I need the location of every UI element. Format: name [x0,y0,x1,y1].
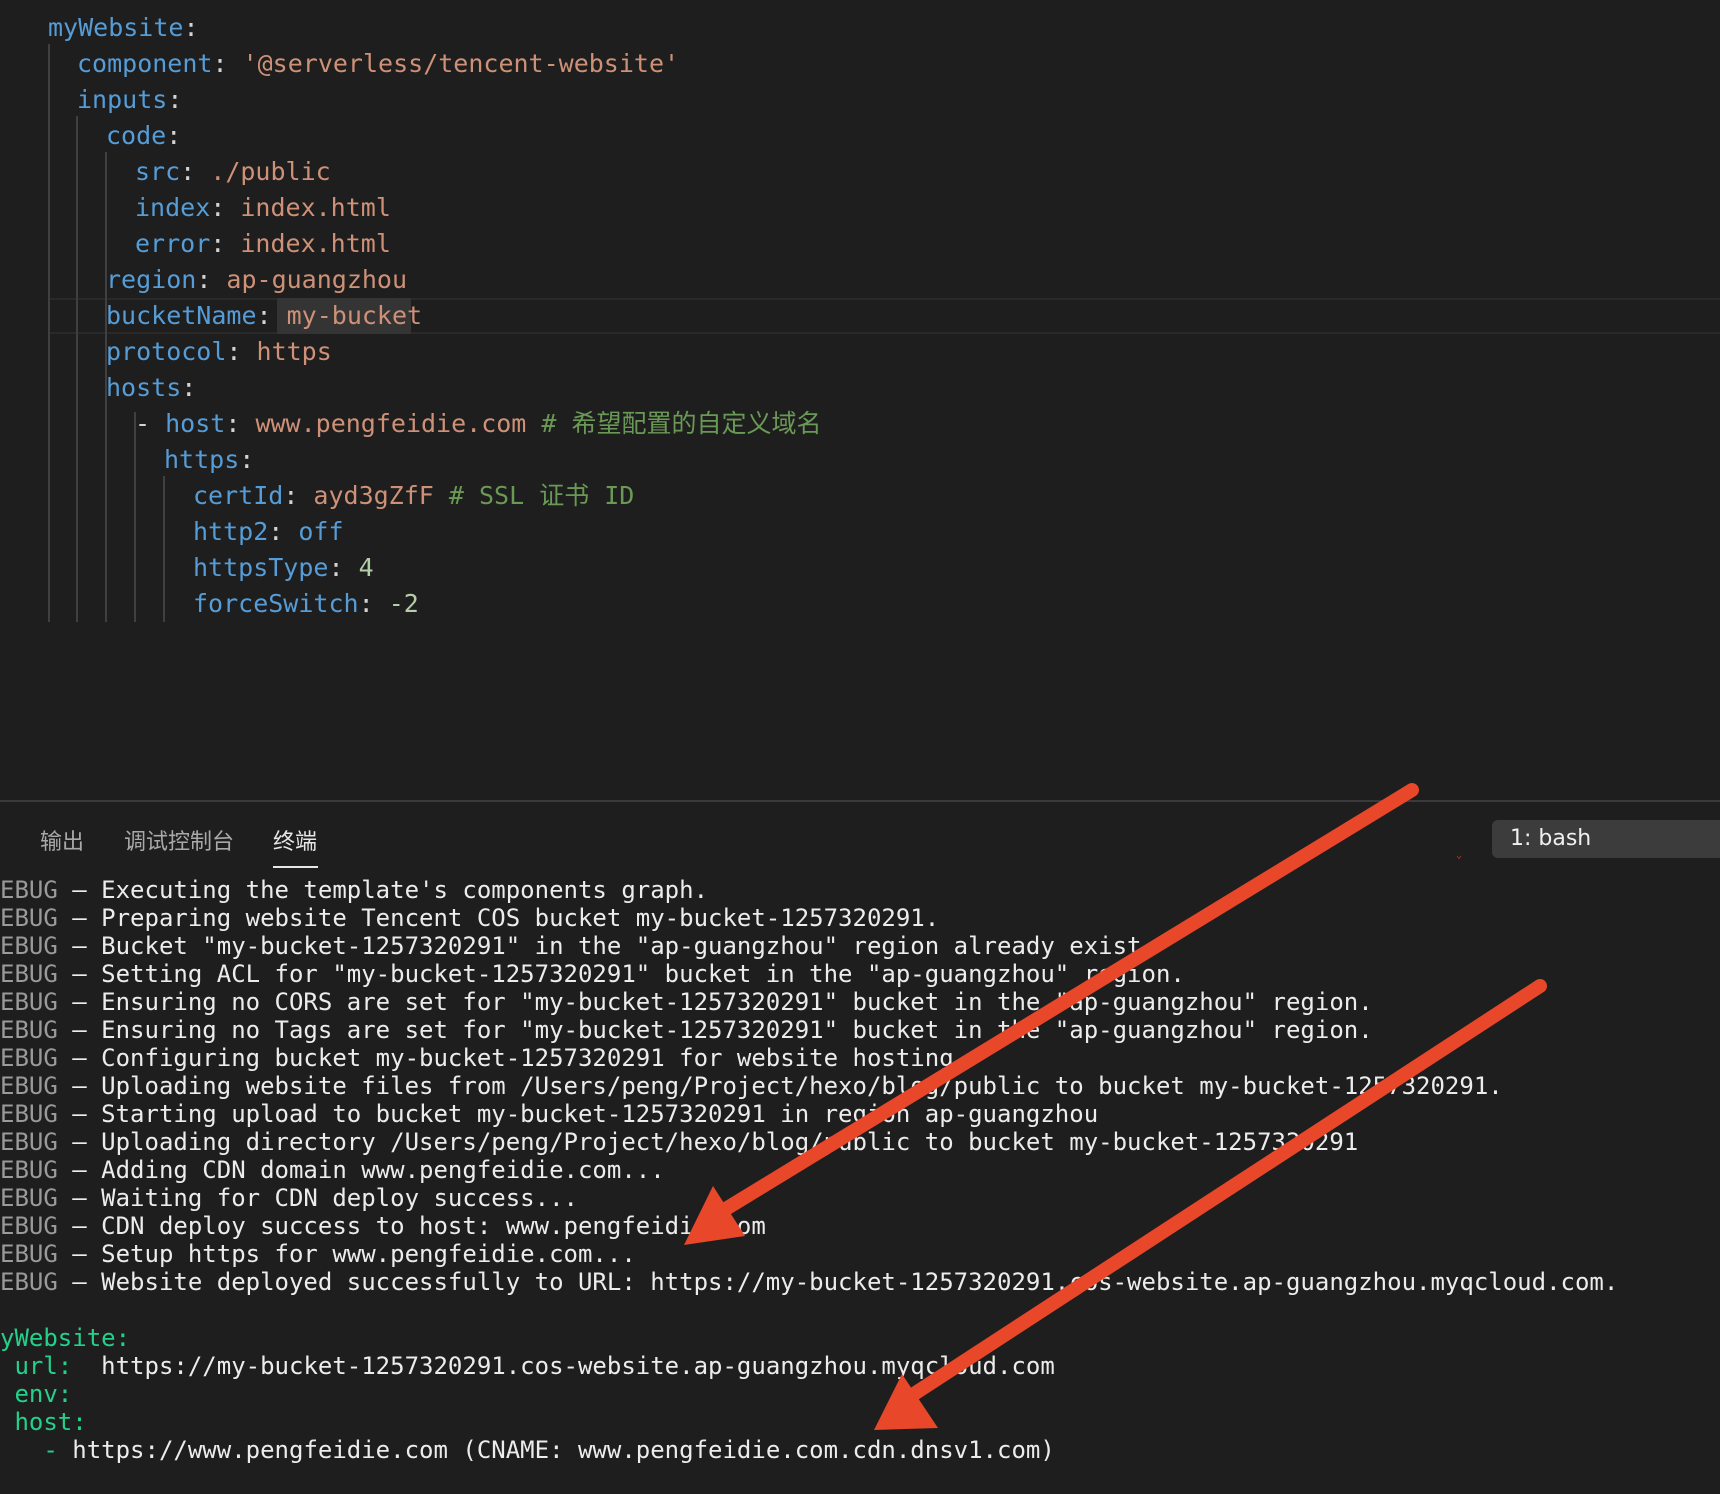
annotation-arrows [684,783,1547,1430]
annotation-arrow [684,783,1419,1245]
